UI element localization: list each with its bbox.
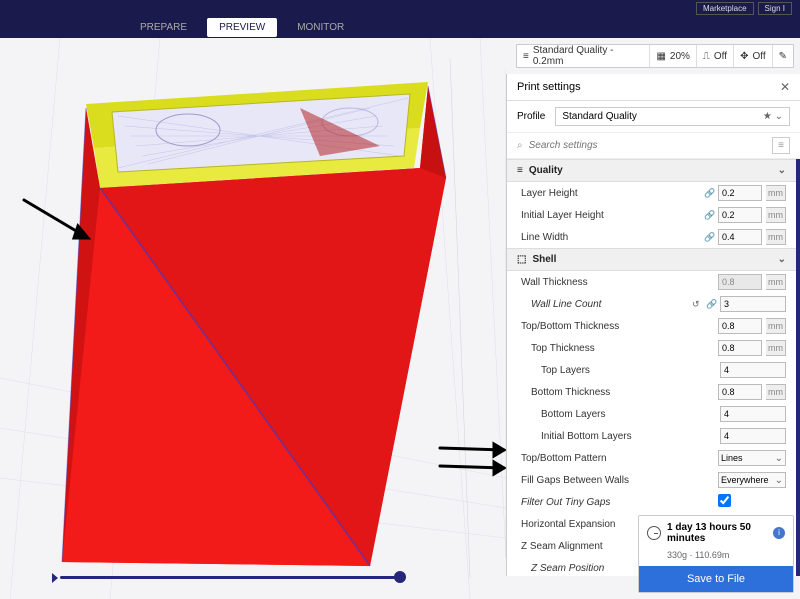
input-top-thickness[interactable] [718,340,762,356]
link-icon[interactable]: 🔗 [704,210,714,220]
input-line-width[interactable] [718,229,762,245]
input-wall-thickness[interactable] [718,274,762,290]
layers-icon: ≡ [523,51,529,62]
section-shell[interactable]: ⬚ Shell ⌄ [507,248,796,271]
input-top-layers[interactable] [720,362,786,378]
section-shell-label: Shell [532,254,556,265]
input-top-bottom-thickness[interactable] [718,318,762,334]
unit-mm: mm [766,384,786,400]
section-quality[interactable]: ≡ Quality ⌄ [507,159,796,182]
label-wall-line-count: Wall Line Count [531,299,688,310]
row-initial-layer-height: Initial Layer Height 🔗 mm [507,204,796,226]
input-initial-layer-height[interactable] [718,207,762,223]
row-line-width: Line Width 🔗 mm [507,226,796,248]
signin-button[interactable]: Sign I [758,2,792,15]
unit-mm: mm [766,340,786,356]
profile-value: Standard Quality [562,111,637,122]
check-filter-tiny-gaps[interactable] [718,494,786,510]
row-bottom-thickness: Bottom Thickness mm [507,381,796,403]
row-initial-bottom-layers: Initial Bottom Layers [507,425,796,447]
quick-adhesion: Off [752,51,765,62]
infill-icon: ▦ [656,51,665,62]
profile-select[interactable]: Standard Quality ★ ⌄ [555,107,790,126]
label-filter-tiny-gaps: Filter Out Tiny Gaps [521,497,714,508]
label-top-layers: Top Layers [541,365,716,376]
search-input[interactable] [529,140,767,151]
info-icon[interactable]: i [773,527,785,539]
input-bottom-thickness[interactable] [718,384,762,400]
label-top-bottom-thickness: Top/Bottom Thickness [521,321,714,332]
label-fill-gaps: Fill Gaps Between Walls [521,475,714,486]
row-wall-thickness: Wall Thickness mm [507,271,796,293]
star-icon[interactable]: ★ [763,111,772,122]
stage-tabs: PREPARE PREVIEW MONITOR [0,16,800,38]
row-top-thickness: Top Thickness mm [507,337,796,359]
support-icon: ⎍ [703,51,710,62]
adhesion-icon: ✥ [740,51,748,62]
print-settings-panel: Print settings ✕ Profile Standard Qualit… [506,74,800,576]
panel-title: Print settings [517,81,581,93]
link-icon[interactable]: 🔗 [706,299,716,309]
unit-mm: mm [766,229,786,245]
unit-mm: mm [766,318,786,334]
shell-section-icon: ⬚ [517,254,526,265]
input-wall-line-count[interactable] [720,296,786,312]
row-top-layers: Top Layers [507,359,796,381]
layer-slider[interactable] [60,576,400,579]
label-top-bottom-pattern: Top/Bottom Pattern [521,453,714,464]
unit-mm: mm [766,207,786,223]
row-bottom-layers: Bottom Layers [507,403,796,425]
close-icon[interactable]: ✕ [780,80,790,94]
profile-label: Profile [517,111,545,122]
preview-viewport[interactable] [0,38,506,599]
label-bottom-thickness: Bottom Thickness [531,387,714,398]
tab-prepare[interactable]: PREPARE [140,22,187,33]
tab-monitor[interactable]: MONITOR [297,22,344,33]
input-initial-bottom-layers[interactable] [720,428,786,444]
hamburger-icon[interactable]: ≡ [772,137,790,154]
select-fill-gaps[interactable]: Everywhere⌄ [718,472,786,488]
quick-infill: 20% [670,51,690,62]
row-top-bottom-thickness: Top/Bottom Thickness mm [507,315,796,337]
material-usage: 330g · 110.69m [639,550,793,566]
chevron-down-icon: ⌄ [778,254,786,265]
row-fill-gaps: Fill Gaps Between Walls Everywhere⌄ [507,469,796,491]
label-wall-thickness: Wall Thickness [521,277,714,288]
chevron-down-icon: ⌄ [778,165,786,176]
tab-preview[interactable]: PREVIEW [207,18,277,37]
unit-mm: mm [766,274,786,290]
search-icon: ⌕ [517,140,523,151]
row-top-bottom-pattern: Top/Bottom Pattern Lines⌄ [507,447,796,469]
label-top-thickness: Top Thickness [531,343,714,354]
save-to-file-button[interactable]: Save to File [639,566,793,592]
print-time: 1 day 13 hours 50 minutes [667,522,767,544]
slider-handle[interactable] [394,571,406,583]
clock-icon [647,526,661,540]
row-filter-tiny-gaps: Filter Out Tiny Gaps [507,491,796,513]
input-bottom-layers[interactable] [720,406,786,422]
quick-support: Off [714,51,727,62]
link-icon[interactable]: 🔗 [704,232,714,242]
marketplace-button[interactable]: Marketplace [696,2,754,15]
label-bottom-layers: Bottom Layers [541,409,716,420]
link-icon[interactable]: 🔗 [704,188,714,198]
play-icon [52,573,58,583]
label-initial-layer-height: Initial Layer Height [521,210,700,221]
print-info-box: 1 day 13 hours 50 minutes i 330g · 110.6… [638,515,794,593]
quick-settings-bar[interactable]: ≡ Standard Quality - 0.2mm ▦ 20% ⎍ Off ✥ Off… [516,44,794,68]
label-layer-height: Layer Height [521,188,700,199]
section-quality-label: Quality [529,165,563,176]
chevron-down-icon: ⌄ [775,111,783,122]
unit-mm: mm [766,185,786,201]
reset-icon[interactable]: ↺ [692,299,702,310]
row-layer-height: Layer Height 🔗 mm [507,182,796,204]
quick-profile: Standard Quality - 0.2mm [533,45,644,67]
label-initial-bottom-layers: Initial Bottom Layers [541,431,716,442]
label-line-width: Line Width [521,232,700,243]
select-top-bottom-pattern[interactable]: Lines⌄ [718,450,786,466]
row-wall-line-count: Wall Line Count ↺ 🔗 [507,293,796,315]
input-layer-height[interactable] [718,185,762,201]
quality-section-icon: ≡ [517,165,523,176]
edit-icon[interactable]: ✎ [779,51,787,62]
